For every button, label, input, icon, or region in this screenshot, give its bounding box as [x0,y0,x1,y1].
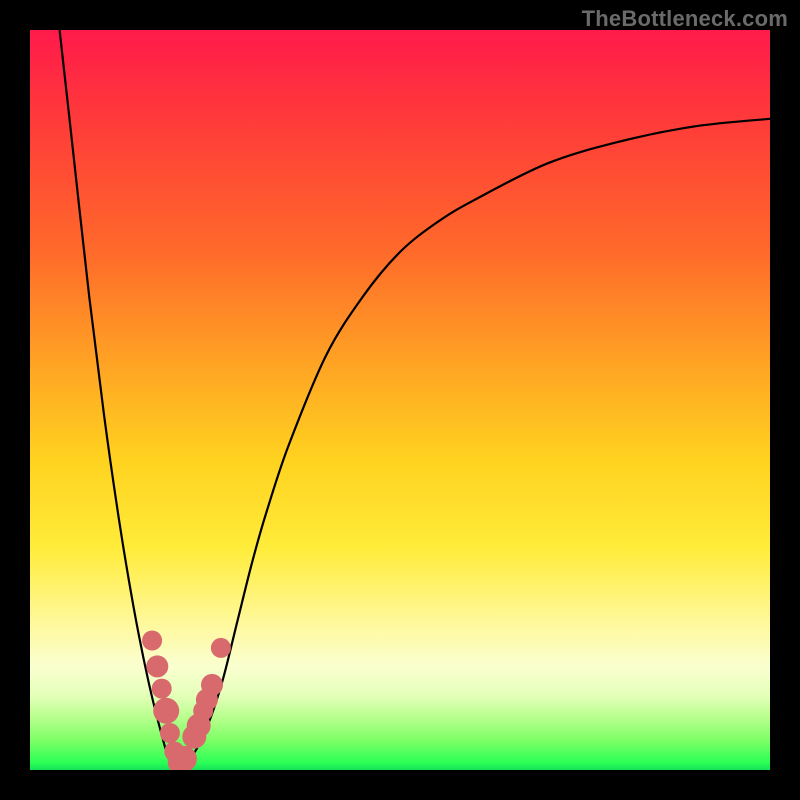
highlight-dot [211,638,231,658]
gradient-plot-area [30,30,770,770]
watermark-text: TheBottleneck.com [582,6,788,32]
highlight-dot [153,698,179,724]
highlight-dot [142,631,162,651]
bottleneck-curve [60,30,770,770]
chart-svg [30,30,770,770]
highlight-dot [201,674,223,696]
highlight-dot [146,655,168,677]
highlight-dot [160,723,180,743]
highlight-dot-cluster [142,631,231,771]
outer-frame: TheBottleneck.com [0,0,800,800]
highlight-dot [152,679,172,699]
